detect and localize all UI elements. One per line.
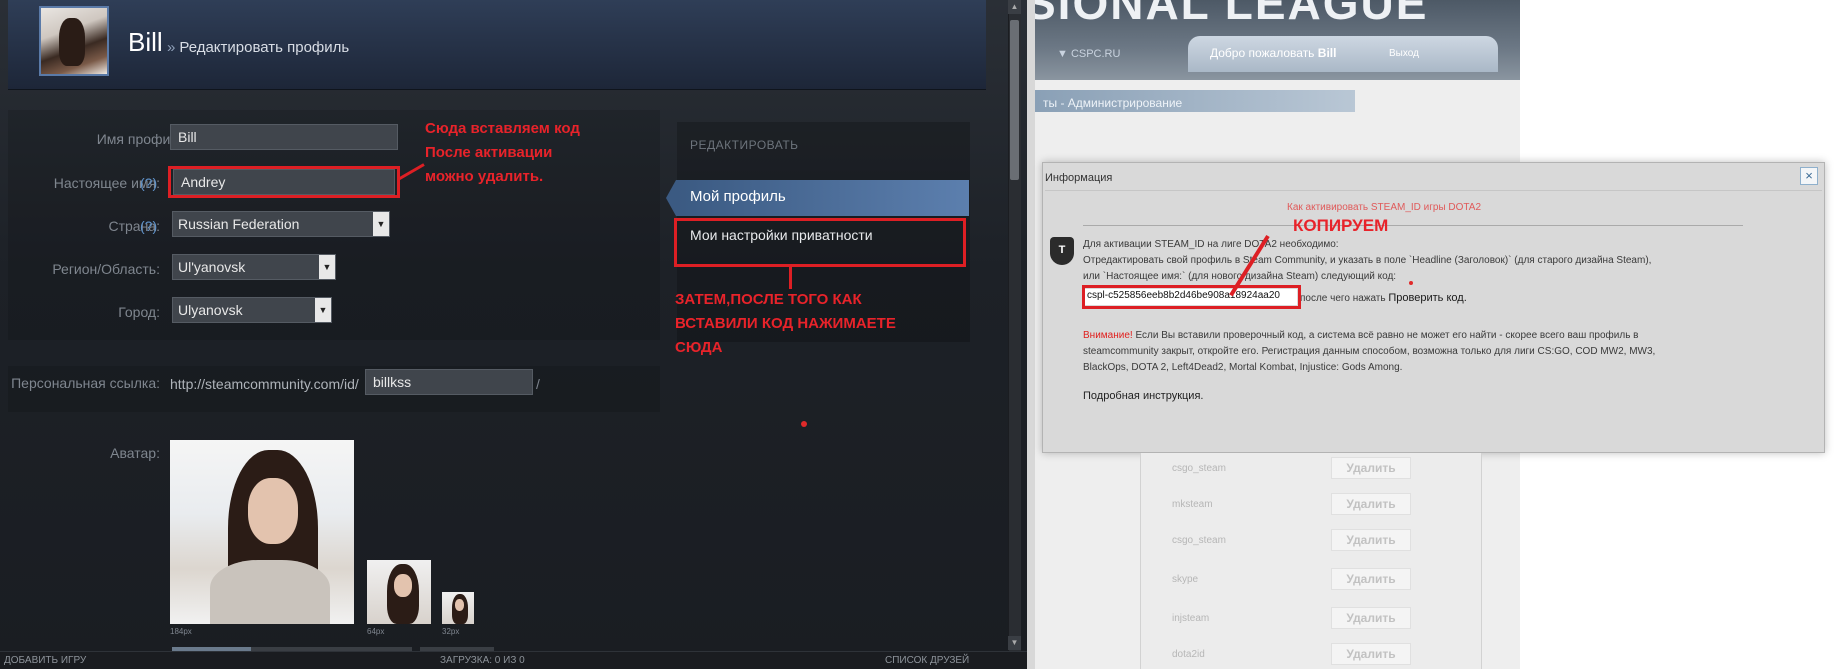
annotation-pointer-privacy: [789, 265, 792, 289]
loading-status: ЗАГРУЗКА: 0 ИЗ 0: [440, 655, 525, 666]
region-select-value: Ul'yanovsk: [178, 259, 246, 275]
real-name-label: Настоящее имя:: [53, 175, 160, 191]
city-label: Город:: [118, 304, 160, 320]
edit-menu-heading: РЕДАКТИРОВАТЬ: [690, 138, 799, 152]
logout-link[interactable]: Выход: [1389, 48, 1419, 59]
table-row-name: injsteam: [1172, 613, 1210, 624]
after-code-text: после чего нажать: [1300, 293, 1386, 304]
warning-label: Внимание!: [1083, 330, 1133, 341]
country-label: Страна:: [108, 218, 160, 234]
profile-name-heading: Bill: [128, 27, 163, 57]
country-select[interactable]: Russian Federation ▼: [172, 211, 390, 237]
annotation-line: можно удалить.: [425, 168, 544, 185]
table-row-name: csgo_steam: [1172, 535, 1226, 546]
nav-link-cspc[interactable]: ▼ CSPC.RU: [1057, 48, 1120, 60]
league-shield-icon: T: [1050, 237, 1074, 265]
country-select-value: Russian Federation: [178, 216, 300, 232]
dialog-warning-3: BlackOps, DOTA 2, Left4Dead2, Mortal Kom…: [1083, 362, 1403, 373]
close-icon[interactable]: ×: [1800, 167, 1818, 185]
delete-button[interactable]: Удалить: [1331, 457, 1411, 479]
dialog-warning-2: steamcommunity закрыт, откройте его. Рег…: [1083, 346, 1656, 357]
avatar-preview-184: [170, 440, 354, 624]
annotation-line: ЗАТЕМ,ПОСЛЕ ТОГО КАК: [675, 291, 862, 308]
chevron-down-icon[interactable]: ▼: [319, 255, 335, 279]
annotation-box-code: [1082, 285, 1301, 309]
region-label: Регион/Область:: [52, 261, 160, 277]
menu-item-my-profile[interactable]: Мой профиль: [666, 180, 969, 216]
annotation-line: ВСТАВИЛИ КОД НАЖИМАЕТЕ: [675, 315, 896, 332]
table-row-name: skype: [1172, 574, 1199, 585]
annotation-line: СЮДА: [675, 339, 723, 356]
delete-button[interactable]: Удалить: [1331, 643, 1411, 665]
add-game-button[interactable]: ДОБАВИТЬ ИГРУ: [4, 655, 86, 666]
dialog-heading-rule: [1083, 225, 1743, 226]
breadcrumb: » Редактировать профиль: [167, 39, 349, 56]
city-select[interactable]: Ulyanovsk ▼: [172, 297, 332, 323]
admin-breadcrumb: ты - Администрирование: [1043, 96, 1183, 110]
delete-button[interactable]: Удалить: [1331, 568, 1411, 590]
steam-bottom-bar: ДОБАВИТЬ ИГРУ ЗАГРУЗКА: 0 ИЗ 0 СПИСОК ДР…: [0, 651, 1027, 669]
custom-url-prefix: http://steamcommunity.com/id/: [170, 376, 359, 392]
profile-name-input[interactable]: Bill: [170, 124, 398, 150]
avatar-preview-32: [442, 592, 474, 624]
annotation-line: Сюда вставляем код: [425, 120, 580, 137]
delete-button[interactable]: Удалить: [1331, 607, 1411, 629]
welcome-prefix: Добро пожаловать: [1210, 46, 1315, 60]
breadcrumb-edit-profile: Редактировать профиль: [179, 39, 350, 56]
chevron-down-icon[interactable]: ▼: [315, 298, 331, 322]
city-select-value: Ulyanovsk: [178, 302, 243, 318]
dialog-heading: Как активировать STEAM_ID игры DOTA2: [1287, 202, 1482, 213]
avatar-label: Аватар:: [110, 445, 160, 461]
dialog-after-code: после чего нажать Проверить код.: [1300, 290, 1467, 307]
welcome-user[interactable]: Bill: [1318, 46, 1337, 60]
delete-button[interactable]: Удалить: [1331, 529, 1411, 551]
dialog-title: Информация: [1045, 172, 1113, 184]
delete-button[interactable]: Удалить: [1331, 493, 1411, 515]
detailed-instructions-link[interactable]: Подробная инструкция.: [1083, 390, 1203, 402]
banner-title: SIONAL LEAGUE: [1035, 0, 1429, 29]
custom-url-suffix: /: [536, 376, 540, 392]
table-row-name: mksteam: [1172, 499, 1213, 510]
annotation-dot: [801, 421, 807, 427]
avatar-size-32-label: 32px: [442, 627, 460, 636]
dialog-divider: [1045, 190, 1822, 191]
profile-avatar-small: [39, 6, 109, 76]
welcome-message: Добро пожаловать Bill: [1210, 46, 1336, 60]
friends-list-button[interactable]: СПИСОК ДРУЗЕЙ: [885, 655, 969, 666]
scrollbar-thumb[interactable]: [1010, 20, 1019, 180]
avatar-preview-64: [367, 560, 431, 624]
annotation-line: После активации: [425, 144, 553, 161]
annotation-insert-code: Сюда вставляем код После активации можно…: [425, 117, 580, 189]
custom-url-label: Персональная ссылка:: [11, 375, 160, 391]
check-code-link[interactable]: Проверить код.: [1388, 292, 1466, 304]
custom-url-input[interactable]: billkss: [365, 369, 533, 395]
scroll-down-icon[interactable]: ▼: [1008, 636, 1021, 650]
breadcrumb-separator: »: [167, 39, 176, 56]
avatar-size-184-label: 184px: [170, 627, 192, 636]
steam-id-table: [1140, 453, 1482, 669]
table-row-name: csgo_steam: [1172, 463, 1226, 474]
annotation-then-click: ЗАТЕМ,ПОСЛЕ ТОГО КАК ВСТАВИЛИ КОД НАЖИМА…: [675, 288, 896, 360]
country-help-link[interactable]: (?): [140, 218, 162, 234]
annotation-dot: [1409, 281, 1413, 285]
warning-text: Если Вы вставили проверочный код, а сист…: [1135, 330, 1639, 341]
chevron-down-icon[interactable]: ▼: [373, 212, 389, 236]
region-select[interactable]: Ul'yanovsk ▼: [172, 254, 336, 280]
annotation-copy: КОПИРУЕМ: [1293, 216, 1389, 235]
scroll-up-icon[interactable]: ▲: [1008, 0, 1021, 14]
profile-name-label: Имя профиля:: [96, 131, 190, 147]
real-name-help-link[interactable]: (?): [140, 175, 162, 191]
dialog-warning-1: Внимание! Если Вы вставили проверочный к…: [1083, 328, 1639, 344]
annotation-box-privacy: [674, 218, 966, 267]
annotation-box-real-name: [168, 166, 400, 198]
dialog-line-2: Отредактировать свой профиль в Steam Com…: [1083, 255, 1652, 266]
table-row-name: dota2id: [1172, 649, 1205, 660]
avatar-size-64-label: 64px: [367, 627, 385, 636]
screenshot-root: Bill » Редактировать профиль Имя профиля:…: [0, 0, 1844, 669]
dialog-line-1: Для активации STEAM_ID на лиге DOTA2 нео…: [1083, 239, 1339, 250]
